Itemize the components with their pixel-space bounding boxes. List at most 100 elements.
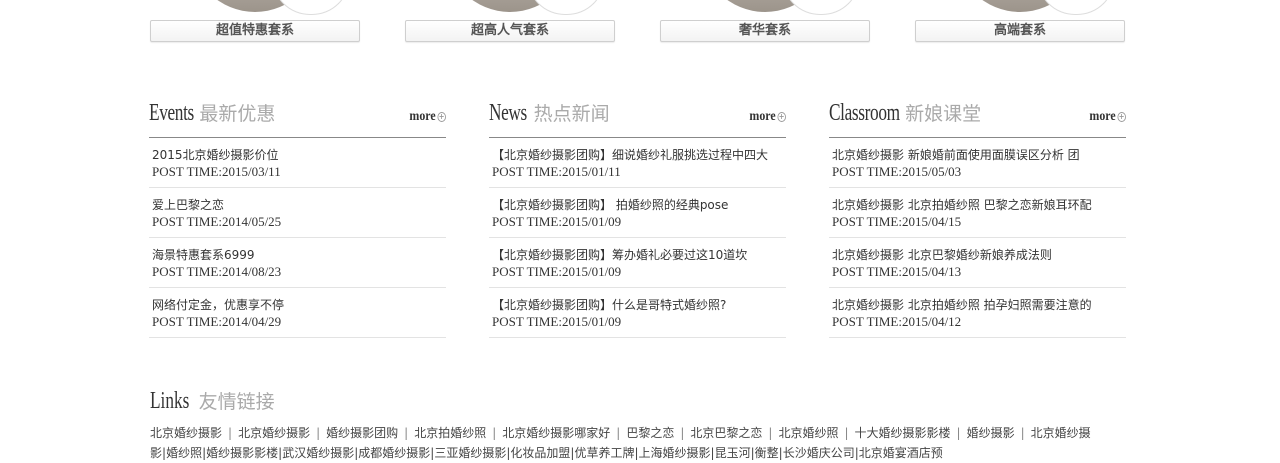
list-item[interactable]: 【北京婚纱摄影团购】细说婚纱礼服挑选过程中四大 POST TIME:2015/0… <box>489 138 786 188</box>
links-title-en: Links <box>150 388 190 414</box>
friend-link[interactable]: 昆玉河 <box>715 446 751 460</box>
column-title: News 热点新闻 <box>489 99 610 127</box>
column-title-en: Classroom <box>829 100 900 126</box>
item-title[interactable]: 【北京婚纱摄影团购】 拍婚纱照的经典pose <box>492 188 786 212</box>
friend-link[interactable]: 北京巴黎之恋 <box>690 426 762 440</box>
link-separator: | <box>228 426 233 440</box>
more-link[interactable]: more + <box>750 109 786 125</box>
friend-link[interactable]: 武汉婚纱摄影 <box>282 446 354 460</box>
item-date: POST TIME:2015/04/12 <box>832 314 962 329</box>
list-item[interactable]: 2015北京婚纱摄影价位 POST TIME:2015/03/11 <box>149 138 446 188</box>
plus-circle-icon[interactable]: + <box>437 112 446 122</box>
column-title: Events 最新优惠 <box>149 99 275 127</box>
list-item[interactable]: 北京婚纱摄影 北京拍婚纱照 巴黎之恋新娘耳环配 POST TIME:2015/0… <box>829 188 1126 238</box>
item-date: POST TIME:2015/04/15 <box>832 214 962 229</box>
item-date: POST TIME:2015/04/13 <box>832 264 962 279</box>
friend-link[interactable]: 上海婚纱摄影 <box>639 446 711 460</box>
package-badge-circle <box>1037 0 1115 15</box>
package-card-popular[interactable]: 超高人气套系 <box>405 0 615 42</box>
item-date: POST TIME:2014/04/29 <box>152 314 282 329</box>
plus-circle-icon[interactable]: + <box>777 112 786 122</box>
more-label[interactable]: more <box>1090 109 1116 124</box>
friend-link[interactable]: 北京拍婚纱照 <box>414 426 486 440</box>
item-title[interactable]: 北京婚纱摄影 北京拍婚纱照 巴黎之恋新娘耳环配 <box>832 188 1126 212</box>
friend-link[interactable]: 衡整 <box>755 446 779 460</box>
package-button[interactable]: 超高人气套系 <box>405 20 615 42</box>
link-separator: | <box>616 426 621 440</box>
column-header: Classroom 新娘课堂 more + <box>829 97 1126 138</box>
list-item[interactable]: 【北京婚纱摄影团购】筹办婚礼必要过这10道坎 POST TIME:2015/01… <box>489 238 786 288</box>
link-separator: | <box>768 426 773 440</box>
column-title: Classroom 新娘课堂 <box>829 99 981 127</box>
friend-link[interactable]: 婚纱摄影影楼 <box>206 446 278 460</box>
package-badge-circle <box>272 0 350 15</box>
more-link[interactable]: more + <box>1090 109 1126 125</box>
package-button[interactable]: 奢华套系 <box>660 20 870 42</box>
package-card-premium[interactable]: 高端套系 <box>915 0 1125 42</box>
friend-link[interactable]: 婚纱摄影 <box>967 426 1015 440</box>
friend-link[interactable]: 北京婚纱摄影 <box>238 426 310 440</box>
more-label[interactable]: more <box>410 109 436 124</box>
more-label[interactable]: more <box>750 109 776 124</box>
list-item[interactable]: 北京婚纱摄影 新娘婚前面使用面膜误区分析 团 POST TIME:2015/05… <box>829 138 1126 188</box>
friend-link[interactable]: 三亚婚纱摄影 <box>434 446 506 460</box>
friend-link[interactable]: 北京婚宴酒店预 <box>859 446 943 460</box>
package-button[interactable]: 高端套系 <box>915 20 1125 42</box>
friend-link[interactable]: 北京婚纱照 <box>778 426 838 440</box>
link-separator: | <box>844 426 849 440</box>
column-title-cn: 新娘课堂 <box>905 103 982 125</box>
news-column: News 热点新闻 more + 【北京婚纱摄影团购】细说婚纱礼服挑选过程中四大 P… <box>489 97 786 338</box>
package-card-value[interactable]: 超值特惠套系 <box>150 0 360 42</box>
link-separator: | <box>492 426 497 440</box>
item-title[interactable]: 北京婚纱摄影 北京巴黎婚纱新娘养成法则 <box>832 238 1126 262</box>
list-item[interactable]: 北京婚纱摄影 北京拍婚纱照 拍孕妇照需要注意的 POST TIME:2015/0… <box>829 288 1126 338</box>
item-title[interactable]: 【北京婚纱摄影团购】细说婚纱礼服挑选过程中四大 <box>492 138 786 162</box>
friend-link[interactable]: 北京婚纱摄影 <box>150 426 222 440</box>
friend-link[interactable]: 北京婚纱摄影哪家好 <box>502 426 610 440</box>
item-title[interactable]: 2015北京婚纱摄影价位 <box>152 138 446 162</box>
package-card-luxury[interactable]: 奢华套系 <box>660 0 870 42</box>
list-item[interactable]: 【北京婚纱摄影团购】什么是哥特式婚纱照? POST TIME:2015/01/0… <box>489 288 786 338</box>
item-title[interactable]: 北京婚纱摄影 新娘婚前面使用面膜误区分析 团 <box>832 138 1126 162</box>
list-item[interactable]: 【北京婚纱摄影团购】 拍婚纱照的经典pose POST TIME:2015/01… <box>489 188 786 238</box>
item-title[interactable]: 网络付定金，优惠享不停 <box>152 288 446 312</box>
link-separator: | <box>680 426 685 440</box>
friend-link[interactable]: 十大婚纱摄影影楼 <box>855 426 951 440</box>
item-date: POST TIME:2015/01/09 <box>492 314 622 329</box>
item-date: POST TIME:2015/01/09 <box>492 214 622 229</box>
links-title: Links 友情链接 <box>150 387 1130 417</box>
friend-link[interactable]: 长沙婚庆公司 <box>783 446 855 460</box>
friend-link[interactable]: 化妆品加盟 <box>510 446 570 460</box>
column-header: Events 最新优惠 more + <box>149 97 446 138</box>
column-title-en: News <box>489 100 527 126</box>
friend-link[interactable]: 影 <box>150 446 162 460</box>
item-date: POST TIME:2015/05/03 <box>832 164 962 179</box>
list-item[interactable]: 爱上巴黎之恋 POST TIME:2014/05/25 <box>149 188 446 238</box>
column-header: News 热点新闻 more + <box>489 97 786 138</box>
list-item[interactable]: 海景特惠套系6999 POST TIME:2014/08/23 <box>149 238 446 288</box>
friend-link[interactable]: 巴黎之恋 <box>626 426 674 440</box>
item-title[interactable]: 海景特惠套系6999 <box>152 238 446 262</box>
friend-link[interactable]: 婚纱摄影团购 <box>326 426 398 440</box>
item-date: POST TIME:2014/08/23 <box>152 264 282 279</box>
link-separator: | <box>316 426 321 440</box>
item-title[interactable]: 【北京婚纱摄影团购】筹办婚礼必要过这10道坎 <box>492 238 786 262</box>
item-title[interactable]: 北京婚纱摄影 北京拍婚纱照 拍孕妇照需要注意的 <box>832 288 1126 312</box>
package-badge-circle <box>527 0 605 15</box>
friend-links-section: Links 友情链接 北京婚纱摄影 | 北京婚纱摄影 | 婚纱摄影团购 | 北京拍婚纱照 | 北京… <box>150 387 1130 463</box>
link-separator: | <box>1020 426 1025 440</box>
friend-link[interactable]: 成都婚纱摄影 <box>358 446 430 460</box>
item-title[interactable]: 【北京婚纱摄影团购】什么是哥特式婚纱照? <box>492 288 786 312</box>
link-separator: | <box>956 426 961 440</box>
friend-link[interactable]: 北京婚纱摄 <box>1031 426 1091 440</box>
list-item[interactable]: 网络付定金，优惠享不停 POST TIME:2014/04/29 <box>149 288 446 338</box>
links-title-cn: 友情链接 <box>198 391 275 413</box>
item-date: POST TIME:2014/05/25 <box>152 214 282 229</box>
friend-link[interactable]: 婚纱照 <box>166 446 202 460</box>
item-title[interactable]: 爱上巴黎之恋 <box>152 188 446 212</box>
plus-circle-icon[interactable]: + <box>1117 112 1126 122</box>
friend-link[interactable]: 优草养工牌 <box>574 446 634 460</box>
package-button[interactable]: 超值特惠套系 <box>150 20 360 42</box>
more-link[interactable]: more + <box>410 109 446 125</box>
list-item[interactable]: 北京婚纱摄影 北京巴黎婚纱新娘养成法则 POST TIME:2015/04/13 <box>829 238 1126 288</box>
